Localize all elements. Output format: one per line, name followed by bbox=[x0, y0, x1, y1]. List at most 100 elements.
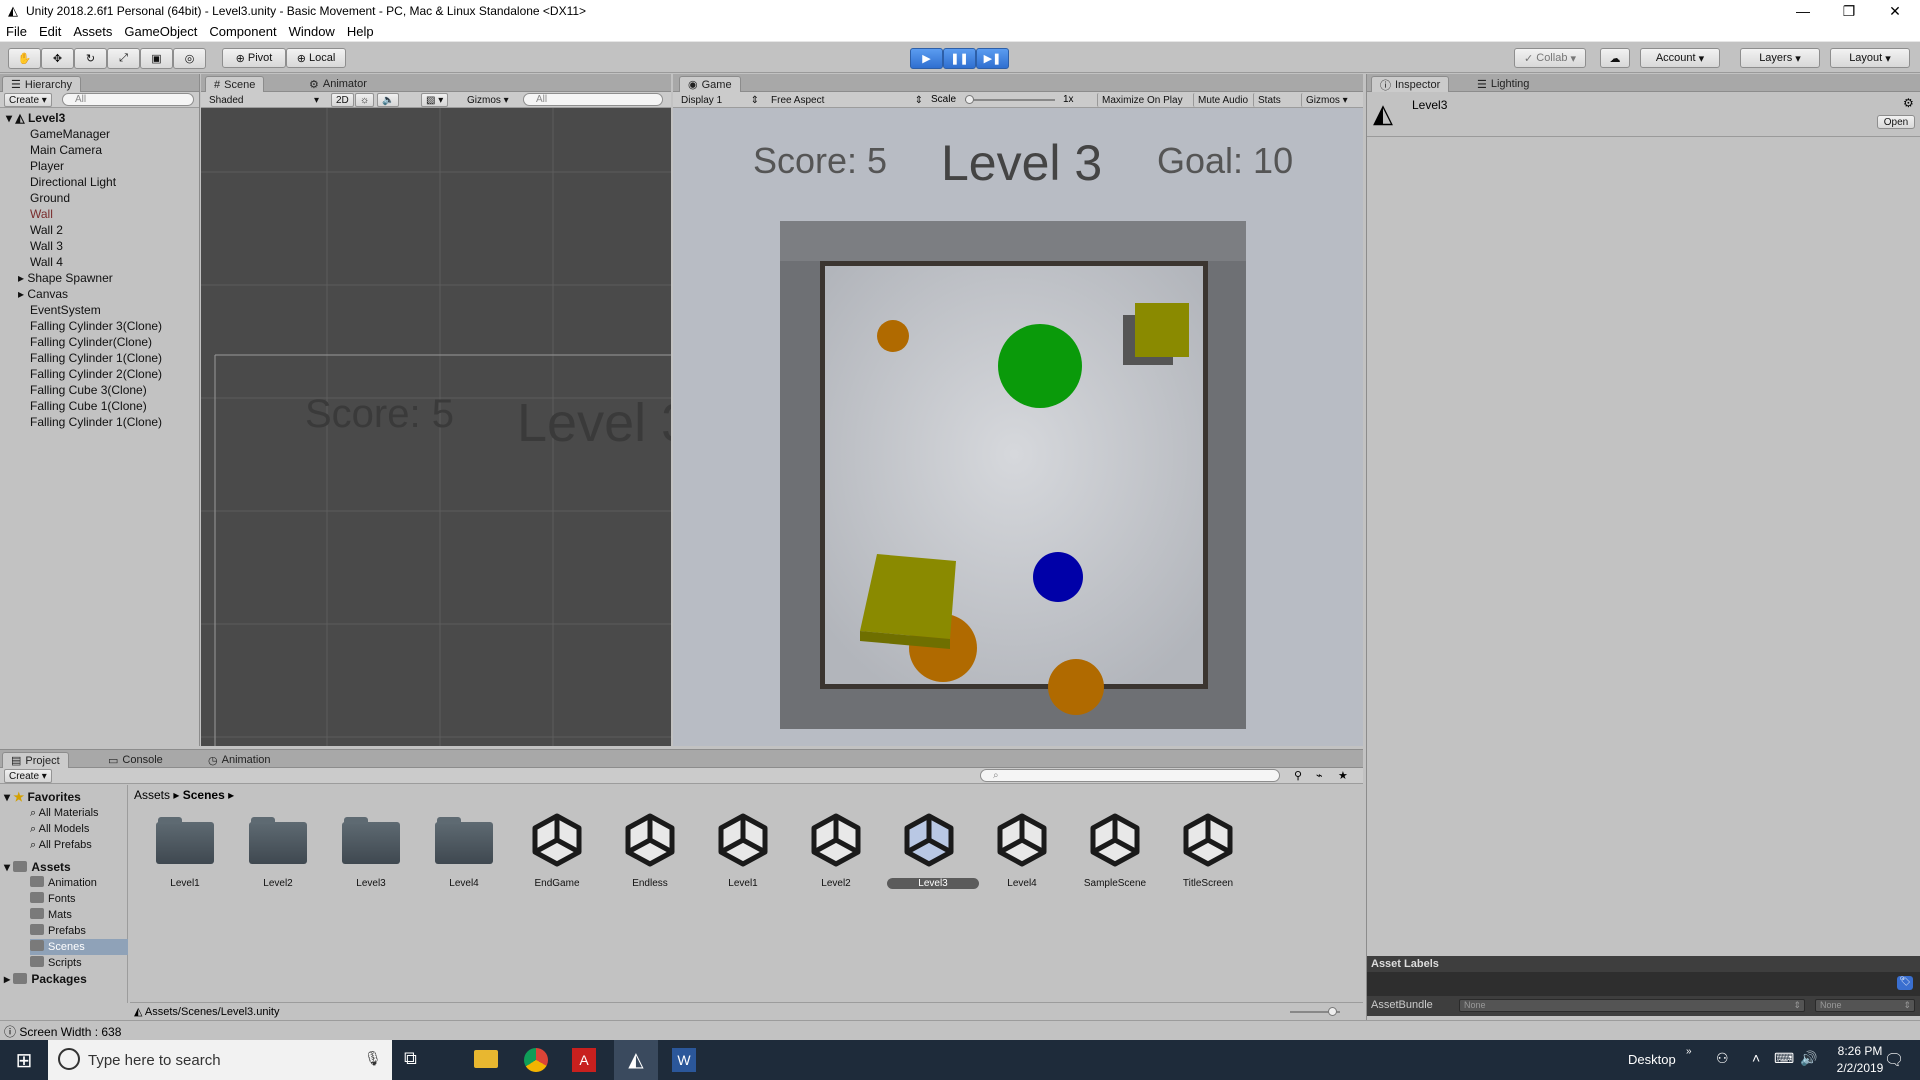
tab-inspector[interactable]: ⓘ Inspector bbox=[1371, 76, 1450, 92]
word-icon[interactable]: W bbox=[672, 1048, 696, 1072]
game-gizmos-dropdown[interactable]: Gizmos ▾ bbox=[1301, 93, 1352, 107]
hierarchy-item[interactable]: Wall 3 bbox=[30, 238, 63, 254]
hierarchy-item[interactable]: Wall 2 bbox=[30, 222, 63, 238]
inspector-settings-icon[interactable]: ⚙ bbox=[1903, 96, 1914, 110]
local-button[interactable]: ⊕ Local bbox=[286, 48, 346, 68]
fav-all-models[interactable]: ⌕ All Models bbox=[30, 821, 89, 837]
mode-2d-toggle[interactable]: 2D bbox=[331, 93, 354, 107]
project-scene-item[interactable]: SampleScene bbox=[1075, 808, 1155, 889]
hierarchy-item[interactable]: ▸ Shape Spawner bbox=[18, 270, 113, 286]
project-folder-item[interactable]: Level2 bbox=[238, 808, 318, 889]
scale-tool-icon[interactable]: ⤢ bbox=[107, 48, 140, 69]
game-viewport[interactable] bbox=[780, 221, 1246, 729]
expand-arrow-icon[interactable]: ▸ bbox=[18, 287, 27, 301]
keyboard-icon[interactable]: ⌨ bbox=[1774, 1050, 1794, 1067]
close-button[interactable]: ✕ bbox=[1872, 0, 1918, 22]
breadcrumb-current[interactable]: Scenes bbox=[183, 788, 225, 802]
project-scene-item[interactable]: Level2 bbox=[796, 808, 876, 889]
project-folder-item[interactable]: Level4 bbox=[424, 808, 504, 889]
hierarchy-item[interactable]: Player bbox=[30, 158, 64, 174]
hierarchy-item[interactable]: EventSystem bbox=[30, 302, 101, 318]
stats-toggle[interactable]: Stats bbox=[1253, 93, 1285, 107]
rotate-tool-icon[interactable]: ↻ bbox=[74, 48, 107, 69]
icon-size-thumb[interactable] bbox=[1328, 1007, 1337, 1016]
taskbar-search-box[interactable]: Type here to search 🎙 bbox=[48, 1040, 392, 1080]
cloud-button[interactable]: ☁ bbox=[1600, 48, 1630, 68]
tab-animator[interactable]: ⚙ Animator bbox=[301, 76, 375, 92]
project-folder-item[interactable]: Level1 bbox=[145, 808, 225, 889]
acrobat-icon[interactable]: A bbox=[572, 1048, 596, 1072]
hierarchy-item[interactable]: Falling Cube 1(Clone) bbox=[30, 398, 147, 414]
asset-folder-node[interactable]: Fonts bbox=[30, 891, 76, 907]
tray-up-icon[interactable]: ˄ bbox=[1752, 1050, 1760, 1066]
hierarchy-search-input[interactable]: All bbox=[62, 93, 194, 106]
assetbundle-variant-dropdown[interactable]: None ⇕ bbox=[1815, 999, 1915, 1012]
pivot-button[interactable]: ⊕ Pivot bbox=[222, 48, 286, 68]
menu-file[interactable]: File bbox=[0, 24, 33, 39]
hierarchy-item[interactable]: Ground bbox=[30, 190, 70, 206]
clock-date[interactable]: 2/2/2019 bbox=[1830, 1061, 1890, 1075]
display-dropdown[interactable]: Display 1 ⇕ bbox=[677, 93, 763, 107]
hierarchy-item[interactable]: Falling Cylinder 1(Clone) bbox=[30, 414, 162, 430]
minimize-button[interactable]: — bbox=[1780, 0, 1826, 22]
account-button[interactable]: Account ▾ bbox=[1640, 48, 1720, 68]
packages-node[interactable]: ▸ Packages bbox=[4, 971, 87, 987]
volume-icon[interactable]: 🔊 bbox=[1800, 1050, 1817, 1067]
tab-lighting[interactable]: ☰ Lighting bbox=[1469, 76, 1537, 92]
restore-button[interactable]: ❐ bbox=[1826, 0, 1872, 22]
asset-folder-node[interactable]: Scripts bbox=[30, 955, 82, 971]
collab-button[interactable]: ✓ Collab ▾ bbox=[1514, 48, 1586, 68]
hierarchy-item[interactable]: Falling Cylinder 3(Clone) bbox=[30, 318, 162, 334]
scene-search-input[interactable]: All bbox=[523, 93, 663, 106]
hierarchy-item[interactable]: Main Camera bbox=[30, 142, 102, 158]
fav-all-prefabs[interactable]: ⌕ All Prefabs bbox=[30, 837, 92, 853]
project-scene-item[interactable]: TitleScreen bbox=[1168, 808, 1248, 889]
rect-tool-icon[interactable]: ▣ bbox=[140, 48, 173, 69]
favorites-node[interactable]: ▾ ★ Favorites bbox=[4, 789, 81, 805]
hierarchy-create-button[interactable]: Create ▾ bbox=[4, 93, 52, 107]
assetbundle-dropdown[interactable]: None ⇕ bbox=[1459, 999, 1805, 1012]
menu-edit[interactable]: Edit bbox=[33, 24, 67, 39]
shading-dropdown[interactable]: Shaded ▾ bbox=[205, 93, 323, 107]
tab-animation[interactable]: ◷ Animation bbox=[200, 752, 279, 768]
hierarchy-item[interactable]: Falling Cylinder 2(Clone) bbox=[30, 366, 162, 382]
menu-assets[interactable]: Assets bbox=[67, 24, 118, 39]
step-button[interactable]: ▶❚ bbox=[976, 48, 1009, 69]
project-scene-item[interactable]: Level3 bbox=[887, 808, 979, 889]
project-scene-item[interactable]: EndGame bbox=[517, 808, 597, 889]
mute-audio-toggle[interactable]: Mute Audio bbox=[1193, 93, 1252, 107]
tab-scene[interactable]: # Scene bbox=[205, 76, 265, 92]
project-search-input[interactable]: ⌕ bbox=[980, 769, 1280, 782]
tag-icon[interactable]: 🏷 bbox=[1897, 976, 1913, 990]
menu-window[interactable]: Window bbox=[283, 24, 341, 39]
windows-start-icon[interactable]: ⊞ bbox=[0, 1040, 48, 1080]
asset-folder-node[interactable]: Prefabs bbox=[30, 923, 86, 939]
effects-toggle-icon[interactable]: ▧ ▾ bbox=[421, 93, 449, 107]
menu-help[interactable]: Help bbox=[341, 24, 380, 39]
tab-game[interactable]: ◉ Game bbox=[679, 76, 741, 92]
hierarchy-item[interactable]: Wall 4 bbox=[30, 254, 63, 270]
project-create-button[interactable]: Create ▾ bbox=[4, 769, 52, 783]
tab-hierarchy[interactable]: ☰ Hierarchy bbox=[2, 76, 81, 92]
scene-gizmos-dropdown[interactable]: Gizmos ▾ bbox=[463, 93, 513, 107]
hand-tool-icon[interactable]: ✋ bbox=[8, 48, 41, 69]
project-folder-item[interactable]: Level3 bbox=[331, 808, 411, 889]
favorite-star-icon[interactable]: ★ bbox=[1338, 769, 1348, 782]
breadcrumb-root[interactable]: Assets bbox=[134, 788, 170, 802]
tab-console[interactable]: ▭ Console bbox=[100, 752, 171, 768]
scale-slider[interactable] bbox=[965, 99, 1055, 101]
fav-all-materials[interactable]: ⌕ All Materials bbox=[30, 805, 99, 821]
asset-folder-node[interactable]: Mats bbox=[30, 907, 72, 923]
project-scene-item[interactable]: Level1 bbox=[703, 808, 783, 889]
hierarchy-item[interactable]: Falling Cylinder(Clone) bbox=[30, 334, 152, 350]
open-button[interactable]: Open bbox=[1877, 115, 1915, 129]
hierarchy-item[interactable]: Directional Light bbox=[30, 174, 116, 190]
hierarchy-item[interactable]: Falling Cube 3(Clone) bbox=[30, 382, 147, 398]
audio-toggle-icon[interactable]: 🔈 bbox=[377, 93, 400, 107]
layers-button[interactable]: Layers ▾ bbox=[1740, 48, 1820, 68]
notifications-icon[interactable]: 🗨 bbox=[1884, 1050, 1904, 1070]
project-scene-item[interactable]: Level4 bbox=[982, 808, 1062, 889]
aspect-dropdown[interactable]: Free Aspect ⇕ bbox=[767, 93, 927, 107]
people-icon[interactable]: ⚇ bbox=[1716, 1050, 1729, 1067]
move-tool-icon[interactable]: ✥ bbox=[41, 48, 74, 69]
